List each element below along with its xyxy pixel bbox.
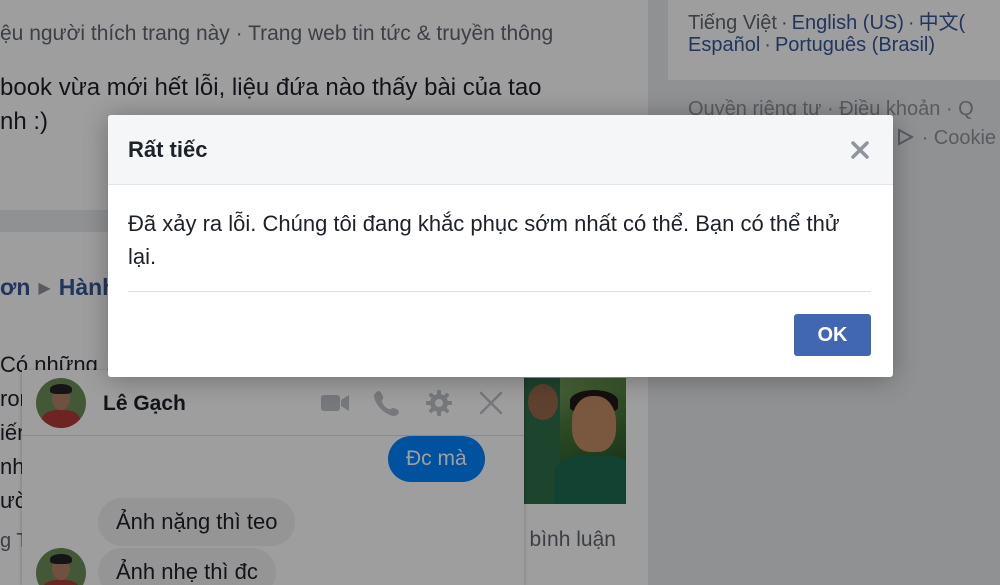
close-icon[interactable] — [847, 137, 873, 163]
dialog-header: Rất tiếc — [108, 115, 893, 185]
dialog-message: Đã xảy ra lỗi. Chúng tôi đang khắc phục … — [128, 211, 840, 269]
dialog-title: Rất tiếc — [128, 137, 208, 162]
error-dialog: Rất tiếc Đã xảy ra lỗi. Chúng tôi đang k… — [108, 115, 893, 377]
dialog-divider — [128, 291, 871, 292]
ok-button[interactable]: OK — [794, 314, 871, 356]
